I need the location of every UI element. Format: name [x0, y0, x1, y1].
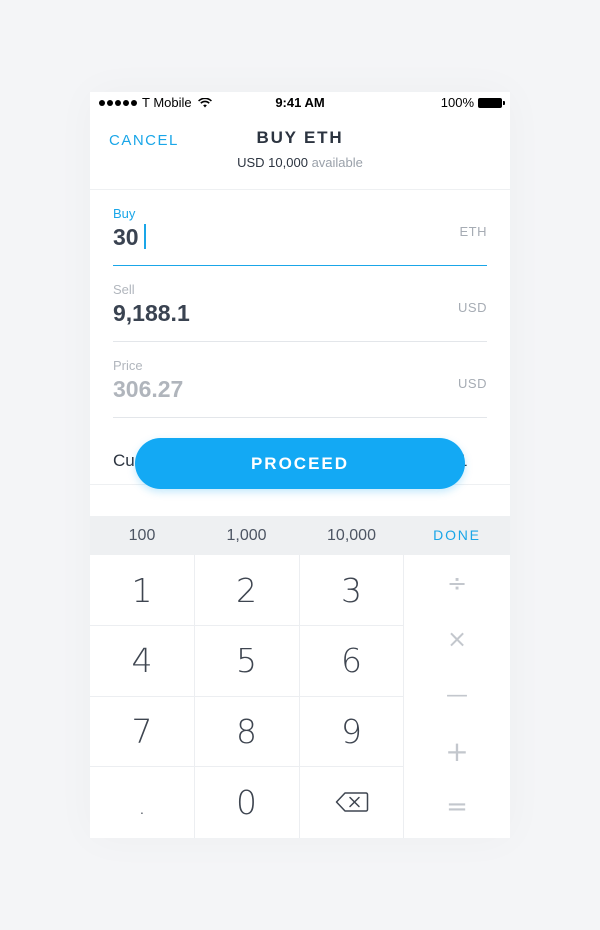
- status-bar: T Mobile 9:41 AM 100%: [90, 92, 510, 114]
- available-balance: USD 10,000 available: [90, 155, 510, 170]
- minus-key[interactable]: —: [404, 667, 510, 723]
- key-4[interactable]: 4: [90, 625, 194, 696]
- phone-screen: T Mobile 9:41 AM 100% CANCEL BUY ETH USD…: [90, 92, 510, 838]
- key-0[interactable]: 0: [194, 766, 299, 838]
- key-decimal[interactable]: .: [90, 766, 194, 838]
- backspace-icon: [335, 792, 368, 812]
- quick-amount-1000[interactable]: 1,000: [194, 516, 299, 555]
- key-6[interactable]: 6: [299, 625, 404, 696]
- quick-amount-100[interactable]: 100: [90, 516, 194, 555]
- multiply-key[interactable]: ×: [404, 611, 510, 667]
- key-3[interactable]: 3: [299, 555, 404, 625]
- battery-icon: [478, 97, 505, 108]
- sell-value[interactable]: 9,188.1: [113, 300, 190, 327]
- sell-field[interactable]: Sell 9,188.1 USD: [113, 282, 487, 342]
- key-8[interactable]: 8: [194, 696, 299, 766]
- key-7[interactable]: 7: [90, 696, 194, 766]
- page-title: BUY ETH: [256, 128, 344, 147]
- buy-value: 30: [113, 224, 139, 250]
- price-underline: [113, 417, 487, 418]
- price-value: 306.27: [113, 376, 184, 402]
- price-field: Price 306.27 USD: [113, 358, 487, 418]
- key-2[interactable]: 2: [194, 555, 299, 625]
- quick-amount-bar: 100 1,000 10,000 DONE: [90, 516, 510, 555]
- battery-group: 100%: [440, 95, 505, 110]
- buy-label: Buy: [113, 206, 136, 221]
- price-label: Price: [113, 358, 143, 373]
- numeric-keypad: 1 2 3 4 5 6 7 8 9 . 0 ÷ × — + =: [90, 555, 510, 838]
- battery-percent: 100%: [440, 95, 474, 110]
- buy-input[interactable]: 30: [113, 224, 146, 251]
- currency-row-label: Cu: [113, 451, 135, 470]
- proceed-button[interactable]: PROCEED: [135, 438, 465, 489]
- header-divider: [90, 189, 510, 190]
- price-unit: USD: [458, 376, 487, 391]
- key-5[interactable]: 5: [194, 625, 299, 696]
- sell-unit: USD: [458, 300, 487, 315]
- key-9[interactable]: 9: [299, 696, 404, 766]
- backspace-key[interactable]: [299, 766, 404, 838]
- buy-unit: ETH: [459, 224, 487, 239]
- buy-field[interactable]: Buy 30 ETH: [113, 206, 487, 266]
- buy-underline: [113, 265, 487, 266]
- done-button[interactable]: DONE: [404, 516, 510, 555]
- balance-amount: USD 10,000: [237, 155, 308, 170]
- plus-key[interactable]: +: [404, 723, 510, 779]
- sell-underline: [113, 341, 487, 342]
- divide-key[interactable]: ÷: [404, 555, 510, 611]
- equals-key[interactable]: =: [404, 779, 510, 835]
- text-caret: [143, 224, 146, 249]
- quick-amount-10000[interactable]: 10,000: [299, 516, 404, 555]
- balance-suffix: available: [311, 155, 363, 170]
- key-1[interactable]: 1: [90, 555, 194, 625]
- sell-label: Sell: [113, 282, 135, 297]
